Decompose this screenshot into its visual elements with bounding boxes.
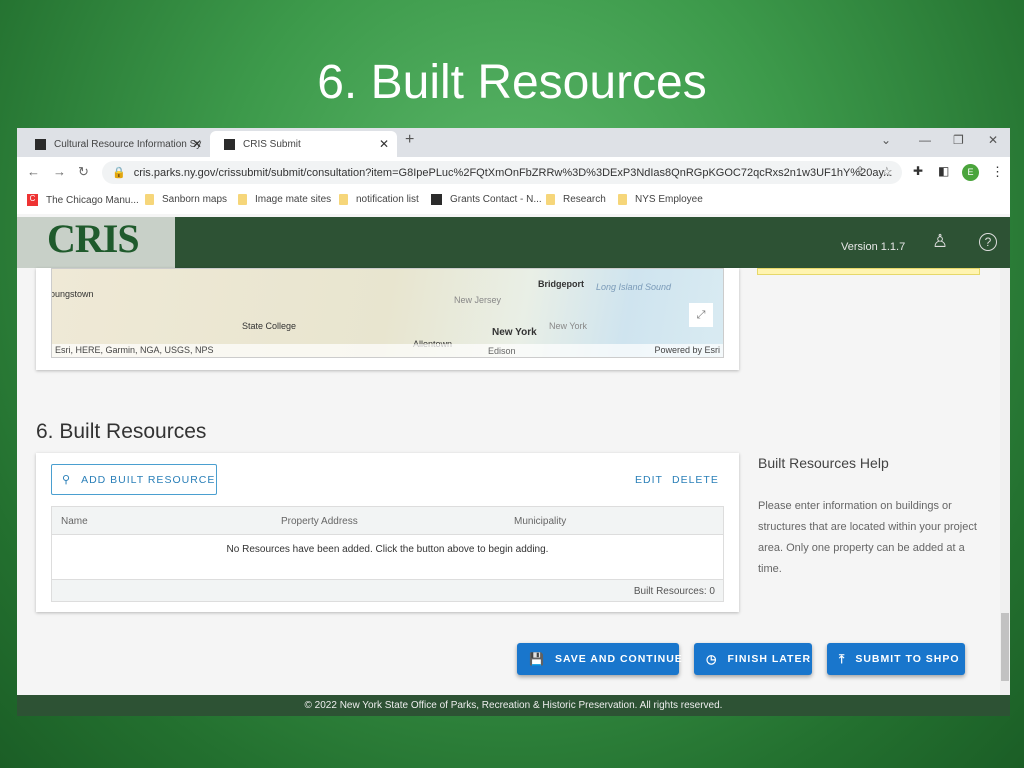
- tab-cultural-resource[interactable]: Cultural Resource Information Sy ✕: [21, 131, 210, 157]
- address-row: ← → ↻ 🔒 cris.parks.ny.gov/crissubmit/subm…: [17, 157, 1010, 188]
- submit-to-shpo-button[interactable]: ⤒ SUBMIT TO SHPO: [827, 643, 965, 675]
- close-tab-icon[interactable]: ✕: [192, 137, 202, 151]
- side-panel-icon[interactable]: ◧: [938, 164, 949, 178]
- reload-icon[interactable]: ↻: [78, 164, 89, 180]
- browser-screenshot: Cultural Resource Information Sy ✕ CRIS S…: [17, 128, 1010, 716]
- project-map[interactable]: oungstown Bridgeport Long Island Sound N…: [51, 268, 724, 358]
- menu-icon[interactable]: ⋮: [991, 164, 1004, 180]
- folder-icon: [238, 194, 247, 205]
- button-label: ADD BUILT RESOURCE: [81, 473, 216, 486]
- restore-icon[interactable]: ❐: [953, 133, 964, 147]
- finish-later-button[interactable]: ◷ FINISH LATER: [694, 643, 812, 675]
- page-footer: © 2022 New York State Office of Parks, R…: [17, 695, 1010, 716]
- folder-icon: [339, 194, 348, 205]
- nys-favicon-icon: [431, 194, 442, 205]
- folder-icon: [618, 194, 627, 205]
- delete-button[interactable]: DELETE: [672, 474, 719, 486]
- close-window-icon[interactable]: ✕: [988, 133, 998, 147]
- map-label: New Jersey: [454, 295, 502, 305]
- map-attribution: Esri, HERE, Garmin, NGA, USGS, NPS Powere…: [52, 344, 723, 357]
- star-icon[interactable]: ☆: [881, 164, 893, 180]
- profile-avatar[interactable]: E: [962, 164, 979, 181]
- attribution-text: Esri, HERE, Garmin, NGA, USGS, NPS: [55, 345, 214, 355]
- table-header: Name Property Address Municipality: [52, 507, 723, 535]
- tab-cris-submit[interactable]: CRIS Submit ✕: [210, 131, 397, 157]
- empty-message: No Resources have been added. Click the …: [226, 544, 549, 555]
- section-title: 6. Built Resources: [36, 420, 207, 443]
- notice-box: [757, 268, 980, 275]
- bookmarks-bar: C The Chicago Manu... Sanborn maps Image …: [17, 188, 1010, 214]
- bookmark-label: Sanborn maps: [162, 194, 228, 205]
- cris-logo[interactable]: CRISCultural Resource Information System: [17, 217, 175, 284]
- bookmark-label: Research: [563, 194, 606, 205]
- bookmark[interactable]: C The Chicago Manu...: [27, 194, 139, 206]
- map-label: Bridgeport: [538, 279, 584, 289]
- expand-map-icon[interactable]: ⤢: [689, 303, 713, 327]
- column-name[interactable]: Name: [61, 516, 88, 527]
- scrollbar[interactable]: [1000, 268, 1010, 695]
- bookmark[interactable]: Sanborn maps: [145, 194, 227, 205]
- share-icon[interactable]: ⇪: [855, 164, 865, 178]
- folder-icon: [145, 194, 154, 205]
- help-text: Please enter information on buildings or…: [758, 500, 977, 575]
- close-tab-icon[interactable]: ✕: [379, 137, 389, 151]
- app-header: CRISCultural Resource Information System…: [17, 217, 1010, 284]
- nys-favicon-icon: [224, 138, 235, 150]
- bookmark-label: Grants Contact - N...: [450, 194, 542, 205]
- user-icon[interactable]: ♙: [932, 231, 948, 252]
- forward-icon[interactable]: →: [53, 164, 66, 179]
- nys-favicon-icon: [35, 138, 46, 150]
- tab-label: CRIS Submit: [243, 138, 301, 150]
- back-icon[interactable]: ←: [27, 164, 40, 179]
- version-label: Version 1.1.7: [841, 241, 906, 253]
- upload-icon: ⤒: [839, 651, 846, 666]
- map-label: New York: [549, 321, 588, 331]
- add-built-resource-button[interactable]: ⚲ ADD BUILT RESOURCE: [51, 464, 217, 495]
- help-icon[interactable]: ?: [979, 233, 997, 251]
- map-label: State College: [242, 321, 297, 331]
- clock-icon: ◷: [706, 652, 718, 666]
- url-bar[interactable]: 🔒 cris.parks.ny.gov/crissubmit/submit/con…: [102, 161, 902, 184]
- map-label: New York: [492, 327, 537, 338]
- bookmark[interactable]: notification list: [339, 194, 419, 205]
- built-resources-card: ⚲ ADD BUILT RESOURCE EDIT DELETE Name Pro…: [36, 453, 739, 612]
- scrollbar-thumb[interactable]: [1001, 613, 1009, 681]
- chicago-favicon-icon: C: [27, 194, 38, 206]
- save-and-continue-button[interactable]: 💾 SAVE AND CONTINUE: [517, 643, 682, 675]
- map-card: oungstown Bridgeport Long Island Sound N…: [36, 268, 739, 370]
- map-label: Edison: [488, 346, 516, 356]
- lock-icon: 🔒: [112, 167, 126, 179]
- bookmark-label: NYS Employee: [635, 194, 703, 205]
- new-tab-icon[interactable]: +: [405, 131, 414, 149]
- button-label: SAVE AND CONTINUE: [554, 653, 683, 665]
- resources-table: Name Property Address Municipality No Re…: [51, 506, 724, 602]
- bookmark[interactable]: Research: [546, 194, 606, 205]
- extensions-icon[interactable]: ✚: [913, 164, 923, 178]
- tab-bar: Cultural Resource Information Sy ✕ CRIS S…: [17, 128, 1010, 157]
- resource-count: Built Resources: 0: [52, 579, 723, 601]
- column-municipality[interactable]: Municipality: [514, 516, 566, 527]
- map-pin-icon: ⚲: [62, 474, 72, 486]
- powered-by-esri[interactable]: Powered by Esri: [654, 345, 720, 355]
- minimize-icon[interactable]: —: [919, 133, 931, 147]
- edit-button[interactable]: EDIT: [635, 474, 663, 486]
- button-label: SUBMIT TO SHPO: [855, 653, 960, 665]
- column-property-address[interactable]: Property Address: [281, 516, 358, 527]
- map-label: Long Island Sound: [596, 282, 672, 292]
- bookmark[interactable]: Image mate sites: [238, 194, 331, 205]
- button-label: FINISH LATER: [727, 653, 812, 665]
- tab-label: Cultural Resource Information Sy: [54, 138, 202, 150]
- map-label: oungstown: [51, 289, 94, 299]
- bookmark[interactable]: NYS Employee: [618, 194, 703, 205]
- slide-title: 6. Built Resources: [317, 56, 707, 109]
- bookmark-label: The Chicago Manu...: [46, 194, 139, 206]
- bookmark[interactable]: Grants Contact - N...: [431, 194, 542, 205]
- bookmark-label: notification list: [356, 194, 419, 205]
- help-title: Built Resources Help: [758, 455, 889, 471]
- url-text: cris.parks.ny.gov/crissubmit/submit/cons…: [133, 166, 893, 179]
- save-icon: 💾: [529, 652, 545, 666]
- tab-search-chevron-icon[interactable]: ⌄: [881, 133, 891, 147]
- folder-icon: [546, 194, 555, 205]
- bookmark-label: Image mate sites: [255, 194, 332, 205]
